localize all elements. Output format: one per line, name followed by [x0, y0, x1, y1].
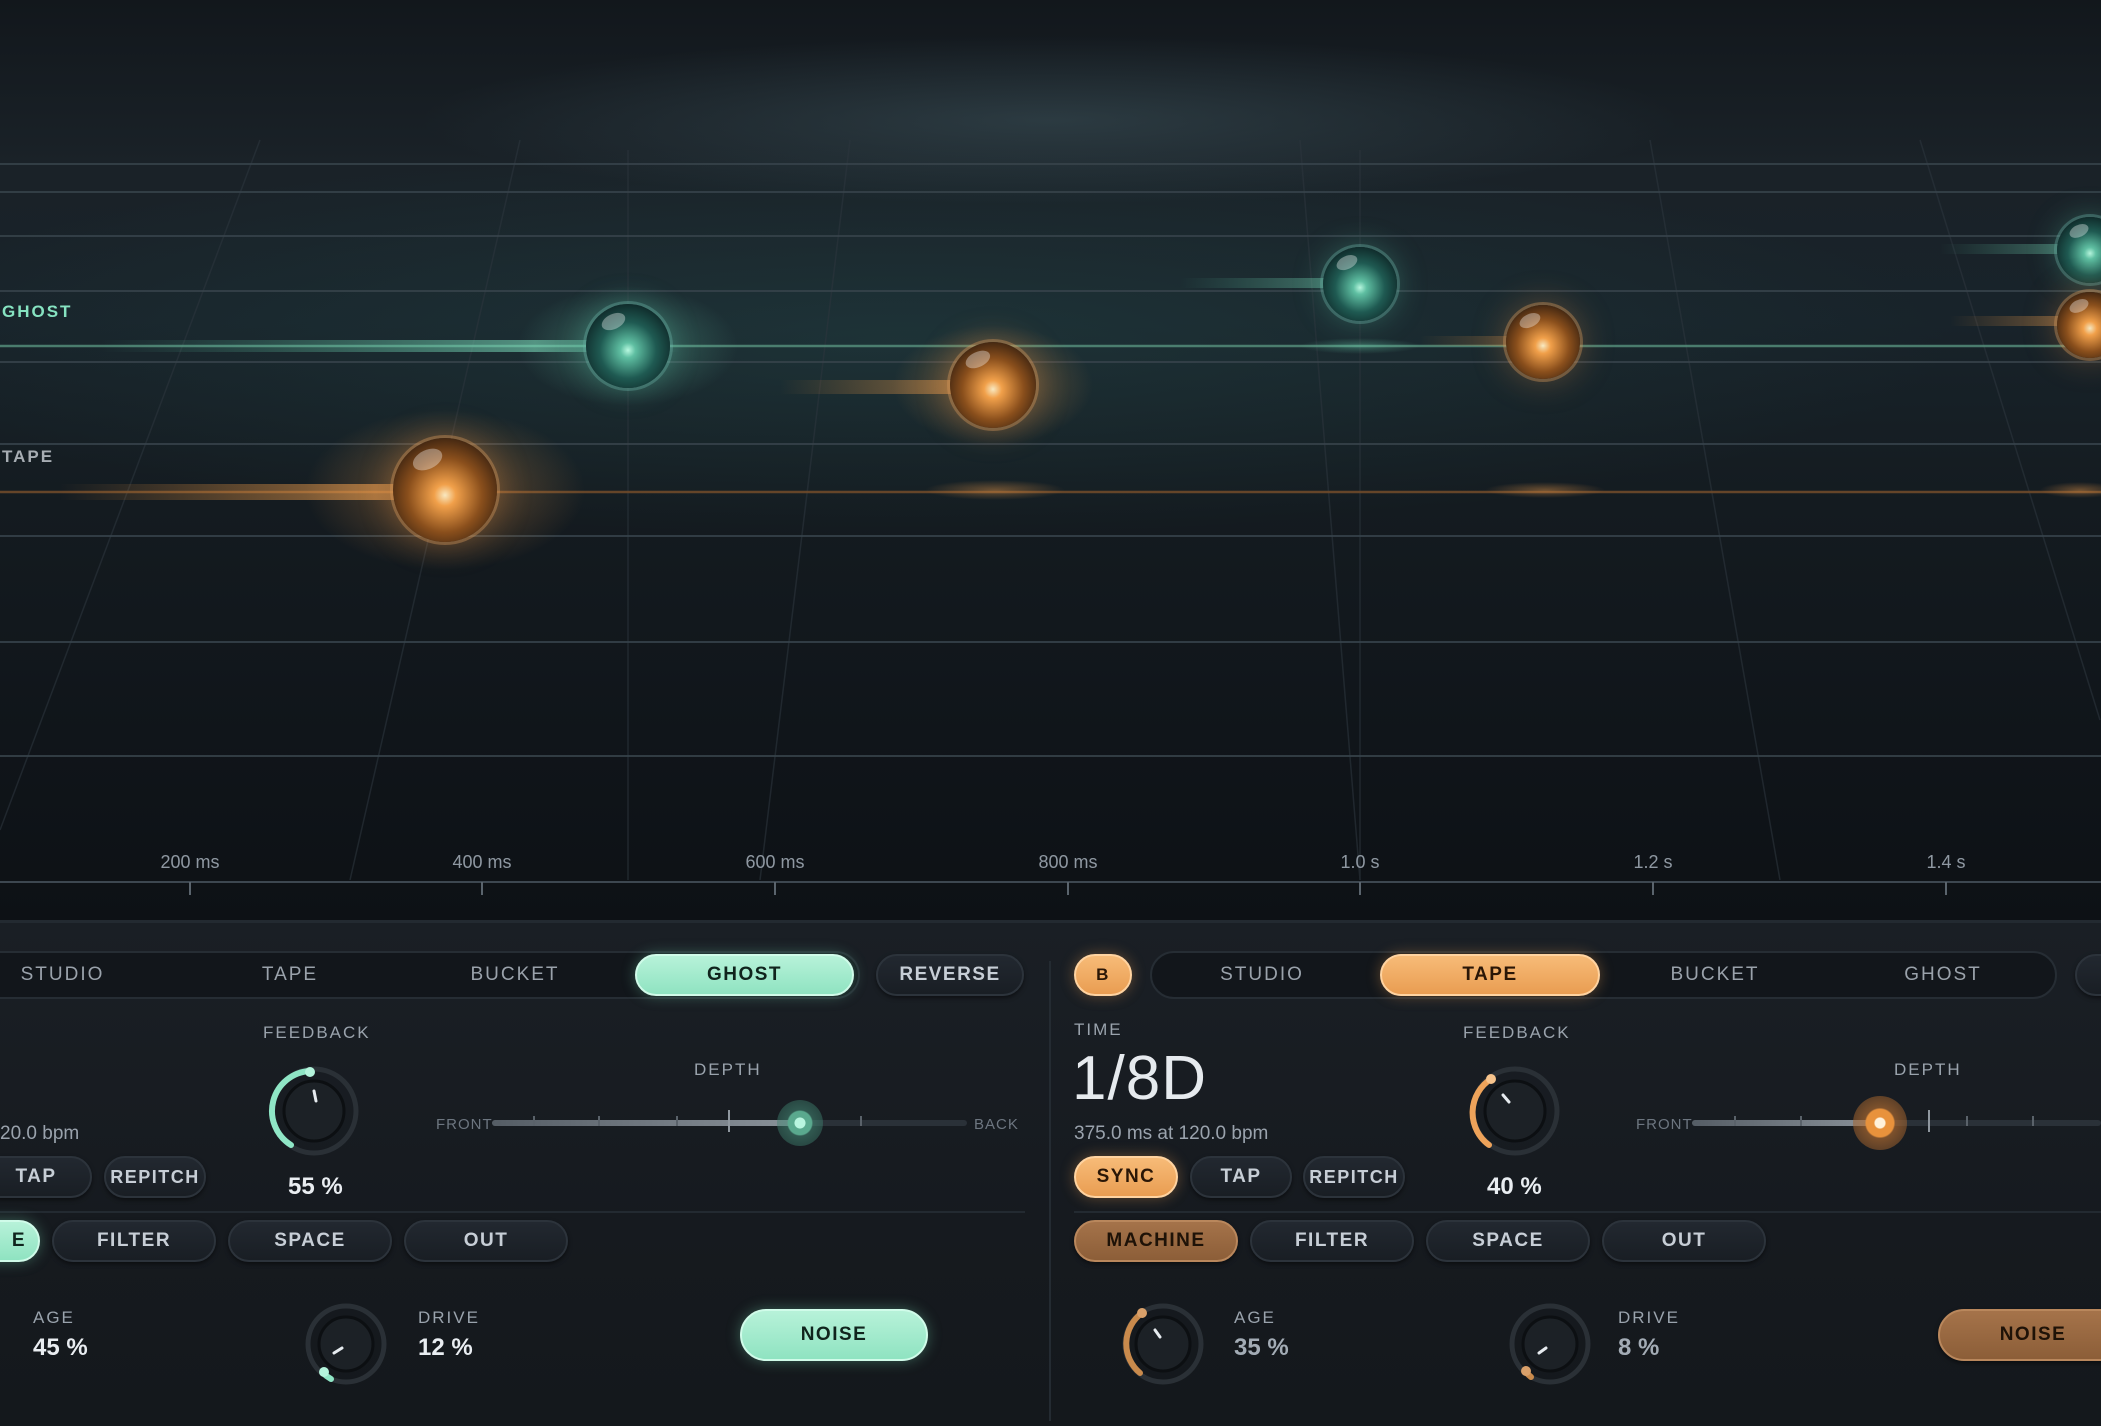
- deck-a-divider: [0, 1211, 1025, 1213]
- deck-a-type-studio[interactable]: STUDIO: [0, 954, 125, 996]
- lane-label-tape: TAPE: [2, 447, 55, 466]
- lane-label-ghost: GHOST: [2, 302, 73, 321]
- deck-a-repitch-button[interactable]: REPITCH: [104, 1156, 206, 1198]
- deck-a-type-ghost[interactable]: GHOST: [635, 954, 854, 996]
- echo-orb-ghost[interactable]: [1323, 247, 1397, 321]
- deck-b-type-bucket[interactable]: BUCKET: [1640, 954, 1790, 996]
- deck-a-tempo-readout: 20.0 bpm: [0, 1123, 80, 1144]
- deck-b-sync-button[interactable]: SYNC: [1074, 1156, 1178, 1198]
- deck-b-time-label: TIME: [1074, 1020, 1123, 1039]
- deck-b-section-filter[interactable]: FILTER: [1250, 1220, 1414, 1262]
- deck-b-edge-button[interactable]: [2075, 954, 2101, 996]
- deck-a-tap-button[interactable]: TAP: [0, 1156, 92, 1198]
- time-axis-label: 200 ms: [160, 852, 220, 872]
- deck-a-section-filter[interactable]: FILTER: [52, 1220, 216, 1262]
- deck-a-depth-front-label: FRONT: [436, 1116, 493, 1133]
- deck-b-noise-button[interactable]: NOISE: [1938, 1309, 2101, 1361]
- deck-a-section-space[interactable]: SPACE: [228, 1220, 392, 1262]
- deck-b-section-space[interactable]: SPACE: [1426, 1220, 1590, 1262]
- deck-a-feedback-value: 55 %: [288, 1173, 343, 1200]
- deck-a-section-tab-active[interactable]: E: [0, 1220, 40, 1262]
- deck-b-drive-label: DRIVE: [1618, 1308, 1680, 1327]
- deck-a-section-out[interactable]: OUT: [404, 1220, 568, 1262]
- delay-visualizer: GHOST TAPE 200 ms 400 ms 600 ms 800 ms 1…: [0, 0, 2101, 920]
- deck-a-type-tape[interactable]: TAPE: [215, 954, 365, 996]
- deck-a-age-label: AGE: [33, 1308, 75, 1327]
- deck-a-drive-label: DRIVE: [418, 1308, 480, 1327]
- deck-b-drive-value: 8 %: [1618, 1334, 1660, 1361]
- deck-b-depth-front-label: FRONT: [1636, 1116, 1693, 1133]
- deck-b-feedback-value: 40 %: [1487, 1173, 1542, 1200]
- deck-a-feedback-label: FEEDBACK: [263, 1023, 371, 1042]
- deck-b-tap-button[interactable]: TAP: [1190, 1156, 1292, 1198]
- deck-b-type-tape[interactable]: TAPE: [1380, 954, 1600, 996]
- echo-orb-tape[interactable]: [950, 342, 1036, 428]
- deck-b-divider: [1074, 1211, 2101, 1213]
- deck-b-time-detail: 375.0 ms at 120.0 bpm: [1074, 1123, 1269, 1144]
- deck-b-age-label: AGE: [1234, 1308, 1276, 1327]
- deck-a-depth-label: DEPTH: [694, 1060, 762, 1079]
- deck-b-repitch-button[interactable]: REPITCH: [1303, 1156, 1405, 1198]
- deck-b-drive-knob[interactable]: [1505, 1299, 1595, 1389]
- echo-orb-tape[interactable]: [1506, 305, 1580, 379]
- deck-a-age-value: 45 %: [33, 1334, 88, 1361]
- deck-a-depth-handle[interactable]: [777, 1100, 823, 1146]
- deck-b-age-knob[interactable]: [1118, 1299, 1208, 1389]
- deck-a-type-bucket[interactable]: BUCKET: [440, 954, 590, 996]
- control-panel: STUDIO TAPE BUCKET GHOST REVERSE 20.0 bp…: [0, 920, 2101, 1426]
- deck-b-section-machine[interactable]: MACHINE: [1074, 1220, 1238, 1262]
- deck-b-type-ghost[interactable]: GHOST: [1868, 954, 2018, 996]
- deck-b-time-value[interactable]: 1/8D: [1072, 1043, 1207, 1114]
- deck-b-depth-handle[interactable]: [1853, 1096, 1907, 1150]
- time-axis-label: 1.2 s: [1633, 852, 1673, 872]
- deck-b-feedback-knob[interactable]: [1467, 1063, 1563, 1159]
- echo-orb-tape[interactable]: [393, 438, 497, 542]
- deck-b-badge[interactable]: B: [1074, 954, 1132, 996]
- deck-b-depth-label: DEPTH: [1894, 1060, 1962, 1079]
- deck-divider: [1049, 961, 1051, 1421]
- visualizer-grid: [0, 139, 2101, 895]
- time-axis-label: 800 ms: [1038, 852, 1098, 872]
- deck-a-drive-value: 12 %: [418, 1334, 473, 1361]
- deck-b-section-out[interactable]: OUT: [1602, 1220, 1766, 1262]
- time-axis-label: 400 ms: [452, 852, 512, 872]
- deck-a-drive-knob[interactable]: [301, 1299, 391, 1389]
- time-axis-label: 600 ms: [745, 852, 805, 872]
- deck-a-reverse-button[interactable]: REVERSE: [876, 954, 1024, 996]
- deck-b-type-studio[interactable]: STUDIO: [1187, 954, 1337, 996]
- deck-a-noise-button[interactable]: NOISE: [740, 1309, 928, 1361]
- deck-a-feedback-knob[interactable]: [266, 1063, 362, 1159]
- time-axis-label: 1.0 s: [1340, 852, 1380, 872]
- deck-b-age-value: 35 %: [1234, 1334, 1289, 1361]
- time-axis-label: 1.4 s: [1926, 852, 1966, 872]
- deck-a-depth-back-label: BACK: [974, 1116, 1019, 1133]
- deck-b-feedback-label: FEEDBACK: [1463, 1023, 1571, 1042]
- echo-orb-ghost[interactable]: [586, 304, 670, 388]
